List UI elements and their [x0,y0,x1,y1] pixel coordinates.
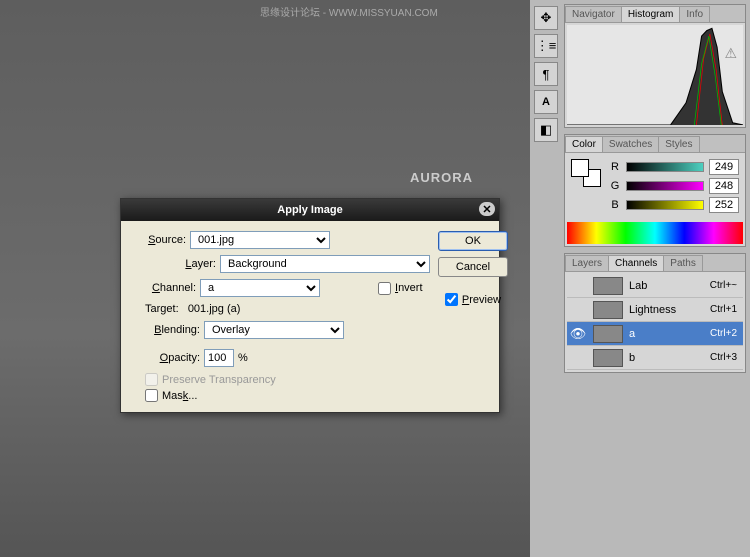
opacity-label: Opacity: [145,352,200,364]
channels-panel: Layers Channels Paths Lab Ctrl+~ Lightne… [564,253,746,373]
channel-thumbnail [593,277,623,295]
g-value[interactable]: 248 [709,178,739,194]
r-value[interactable]: 249 [709,159,739,175]
watermark: 思缘设计论坛 - WWW.MISSYUAN.COM [260,4,438,19]
r-label: R [609,161,621,173]
g-label: G [609,180,621,192]
options-tool-icon[interactable]: ⋮≡ [534,34,558,58]
channel-row[interactable]: b Ctrl+3 [567,346,743,370]
tab-styles[interactable]: Styles [658,136,699,152]
target-value: 001.jpg (a) [188,303,241,315]
tab-navigator[interactable]: Navigator [565,6,622,22]
visibility-icon[interactable]: 👁 [569,326,587,342]
channel-thumbnail [593,349,623,367]
preview-label: Preview [462,294,501,306]
canvas-text: AURORA [410,170,473,185]
mask-label: Mask... [162,390,197,402]
channel-thumbnail [593,325,623,343]
spectrum-bar[interactable] [567,222,743,244]
channel-name: a [629,328,689,340]
channel-shortcut: Ctrl+3 [695,352,741,363]
blending-select[interactable]: Overlay [204,321,344,339]
channel-row[interactable]: Lab Ctrl+~ [567,274,743,298]
type-tool-icon[interactable]: ¶ [534,62,558,86]
b-label: B [609,199,621,211]
preserve-transparency-checkbox [145,373,158,386]
channel-shortcut: Ctrl+~ [695,280,741,291]
channel-row[interactable]: Lightness Ctrl+1 [567,298,743,322]
stroke-tool-icon[interactable]: ◧ [534,118,558,142]
source-select[interactable]: 001.jpg [190,231,330,249]
preview-checkbox[interactable] [445,293,458,306]
layer-label: Layer: [161,258,216,270]
b-value[interactable]: 252 [709,197,739,213]
dialog-title: Apply Image [277,204,342,216]
opacity-unit: % [238,352,248,364]
invert-label: Invert [395,282,423,294]
invert-checkbox[interactable] [378,282,391,295]
color-panel: Color Swatches Styles R 249 G [564,134,746,247]
tab-channels[interactable]: Channels [608,255,664,271]
navigator-panel: Navigator Histogram Info ⚠ [564,4,746,128]
channel-label: Channel: [141,282,196,294]
source-label: Source: [131,234,186,246]
channel-row[interactable]: 👁 a Ctrl+2 [567,322,743,346]
cancel-button[interactable]: Cancel [438,257,508,277]
panels-column: ✥ ⋮≡ ¶ A ◧ Navigator Histogram Info ⚠ Co… [530,0,750,557]
preserve-transparency-label: Preserve Transparency [162,374,276,386]
color-swatch[interactable] [571,159,601,187]
tab-info[interactable]: Info [679,6,710,22]
tab-layers[interactable]: Layers [565,255,609,271]
b-slider[interactable] [626,200,704,210]
move-tool-icon[interactable]: ✥ [534,6,558,30]
close-icon[interactable]: ✕ [479,202,495,216]
channel-thumbnail [593,301,623,319]
channel-shortcut: Ctrl+2 [695,328,741,339]
g-slider[interactable] [626,181,704,191]
channel-name: b [629,352,689,364]
text-tool-icon[interactable]: A [534,90,558,114]
apply-image-dialog: Apply Image ✕ Source: 001.jpg Layer: Bac… [120,198,500,413]
tab-swatches[interactable]: Swatches [602,136,659,152]
histogram-chart: ⚠ [567,25,743,125]
channel-name: Lightness [629,304,689,316]
channel-name: Lab [629,280,689,292]
layer-select[interactable]: Background [220,255,430,273]
r-slider[interactable] [626,162,704,172]
blending-label: Blending: [145,324,200,336]
channel-select[interactable]: a [200,279,320,297]
mask-checkbox[interactable] [145,389,158,402]
channel-shortcut: Ctrl+1 [695,304,741,315]
target-label: Target: [145,303,179,315]
dialog-titlebar[interactable]: Apply Image ✕ [121,199,499,221]
tab-color[interactable]: Color [565,136,603,152]
tool-strip: ✥ ⋮≡ ¶ A ◧ [534,6,562,142]
opacity-input[interactable] [204,349,234,367]
tab-paths[interactable]: Paths [663,255,703,271]
tab-histogram[interactable]: Histogram [621,6,681,22]
ok-button[interactable]: OK [438,231,508,251]
warning-icon[interactable]: ⚠ [724,45,737,62]
